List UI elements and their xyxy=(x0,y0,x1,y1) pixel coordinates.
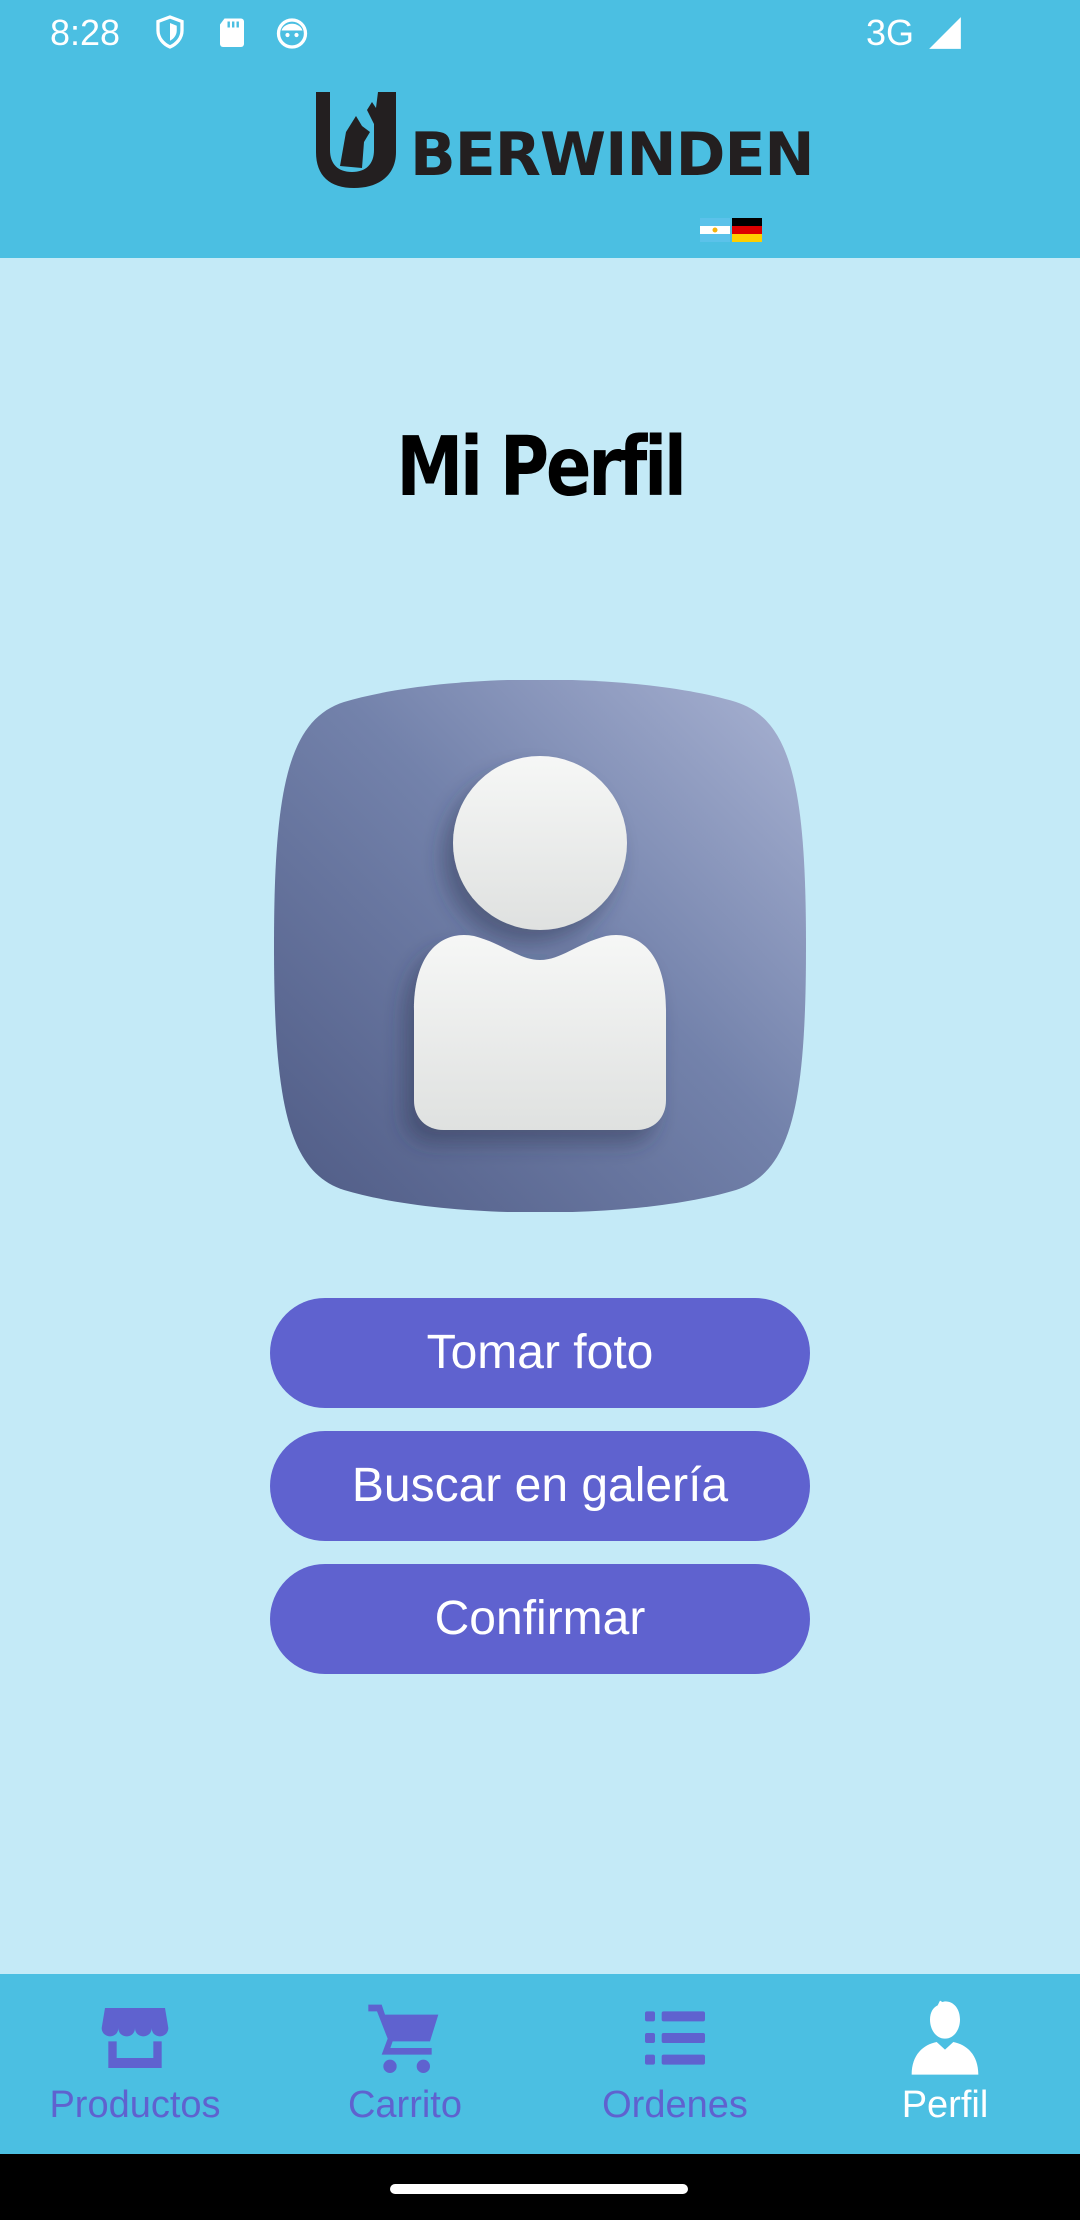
shield-icon xyxy=(156,15,184,49)
signal-icon xyxy=(929,17,961,49)
gesture-bar xyxy=(0,2154,1080,2220)
wolf-u-logo-icon xyxy=(316,92,396,188)
person-icon xyxy=(911,2000,979,2075)
flags-icon xyxy=(700,218,762,242)
brand-logo: BERWINDEN xyxy=(312,92,815,242)
sd-card-icon xyxy=(220,18,244,47)
store-icon xyxy=(101,2008,169,2068)
nav-item-productos[interactable]: Productos xyxy=(0,1974,270,2154)
list-icon xyxy=(645,2011,705,2065)
nav-item-perfil[interactable]: Perfil xyxy=(810,1974,1080,2154)
notification-face-icon xyxy=(276,18,308,49)
bottom-navigation: Productos Carrito Ordenes Perfil xyxy=(0,1974,1080,2154)
logo-text: BERWINDEN xyxy=(410,120,815,190)
nav-item-ordenes[interactable]: Ordenes xyxy=(540,1974,810,2154)
home-gesture-handle[interactable] xyxy=(390,2184,688,2194)
nav-label-perfil: Perfil xyxy=(901,2084,989,2126)
nav-label-ordenes: Ordenes xyxy=(602,2084,748,2126)
cart-icon xyxy=(368,2004,439,2073)
confirm-button[interactable]: Confirmar xyxy=(270,1564,810,1674)
page-title: Mi Perfil xyxy=(396,420,687,515)
network-type: 3G xyxy=(866,12,915,53)
app-header: BERWINDEN xyxy=(0,64,1080,258)
search-gallery-button[interactable]: Buscar en galería xyxy=(270,1431,810,1541)
take-photo-button[interactable]: Tomar foto xyxy=(270,1298,810,1408)
nav-label-carrito: Carrito xyxy=(347,2084,463,2126)
nav-label-productos: Productos xyxy=(49,2084,221,2126)
nav-item-carrito[interactable]: Carrito xyxy=(270,1974,540,2154)
status-bar: 8:28 3G xyxy=(0,0,1080,64)
user-avatar-icon[interactable] xyxy=(274,680,806,1212)
profile-screen: 8:28 3G BERWINDEN Mi Perfil Tomar foto B… xyxy=(0,0,1080,2220)
status-time: 8:28 xyxy=(50,12,121,53)
